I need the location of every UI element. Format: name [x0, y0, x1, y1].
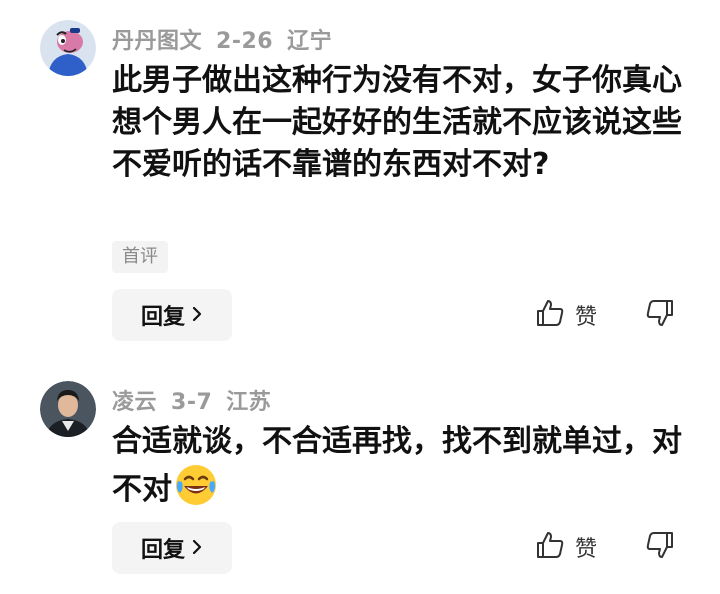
like-button[interactable]: 赞 [535, 295, 597, 335]
thumbs-down-icon [645, 298, 675, 332]
like-label: 赞 [575, 305, 598, 330]
thumbs-up-icon [535, 298, 565, 332]
chevron-right-icon [191, 303, 203, 328]
comment-date: 3-7 [171, 390, 213, 415]
reply-button-label: 回复 [140, 305, 185, 330]
comment-location: 江苏 [226, 390, 272, 415]
comment-text: 合适就谈，不合适再找，找不到就单过，对不对 [112, 421, 687, 511]
chevron-right-icon [191, 536, 203, 561]
comment-date: 2-26 [216, 29, 274, 54]
laughing-crying-emoji-icon [174, 463, 218, 507]
thumbs-down-icon [645, 530, 675, 564]
reply-button-label: 回复 [140, 538, 185, 563]
like-button[interactable]: 赞 [535, 527, 597, 567]
username[interactable]: 丹丹图文 [112, 29, 202, 54]
avatar[interactable] [40, 381, 96, 437]
comment-meta: 丹丹图文 2-26 辽宁 [112, 23, 346, 55]
dislike-button[interactable] [642, 295, 678, 335]
reply-button[interactable]: 回复 [112, 522, 232, 574]
avatar[interactable] [40, 20, 96, 76]
comment-meta: 凌云 3-7 江苏 [112, 384, 285, 416]
cartoon-character-avatar-icon [40, 20, 96, 76]
comment-text: 此男子做出这种行为没有不对，女子你真心想个男人在一起好好的生活就不应该说这些不爱… [112, 63, 682, 182]
man-in-suit-avatar-icon [40, 381, 96, 437]
first-comment-badge: 首评 [112, 241, 168, 273]
comment-location: 辽宁 [287, 29, 333, 54]
like-label: 赞 [575, 537, 598, 562]
dislike-button[interactable] [642, 527, 678, 567]
username[interactable]: 凌云 [112, 390, 157, 415]
thumbs-up-icon [535, 530, 565, 564]
reply-button[interactable]: 回复 [112, 289, 232, 341]
